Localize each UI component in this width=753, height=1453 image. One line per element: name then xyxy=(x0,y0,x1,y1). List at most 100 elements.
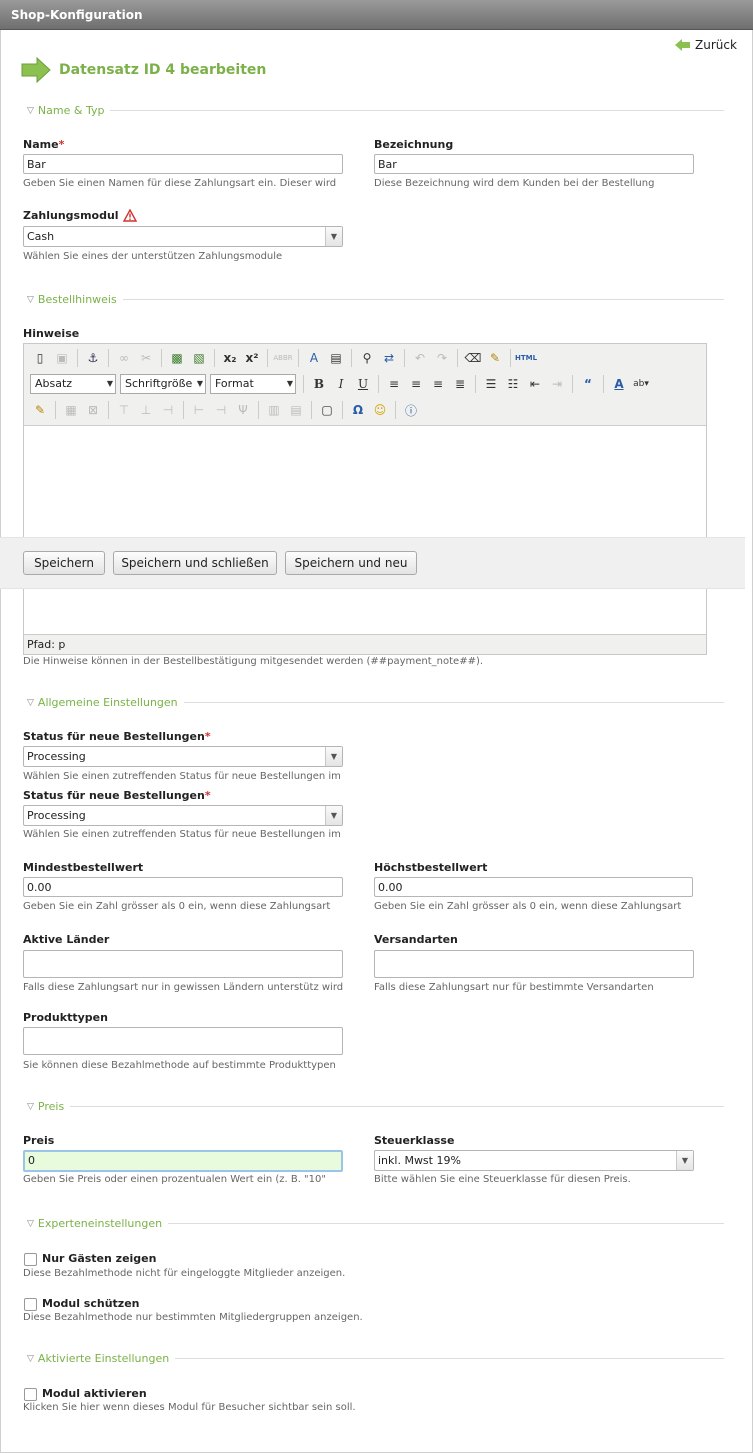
status1-select[interactable]: Processing ▼ xyxy=(23,746,343,767)
collapse-icon: ▽ xyxy=(27,697,34,708)
unlink-icon[interactable]: ✂ xyxy=(136,348,156,368)
collapse-icon: ▽ xyxy=(27,105,34,116)
row-after-icon[interactable]: ⊥ xyxy=(136,400,156,420)
replace-icon[interactable]: ⇄ xyxy=(379,348,399,368)
status2-label: Status für neue Bestellungen* xyxy=(23,789,211,802)
section-preis[interactable]: ▽ Preis xyxy=(27,1100,71,1113)
split-cells-icon[interactable]: ▥ xyxy=(264,400,284,420)
delete-table-icon[interactable]: ⊠ xyxy=(83,400,103,420)
laender-label: Aktive Länder xyxy=(23,933,110,946)
name-input[interactable]: Bar xyxy=(23,154,343,174)
bezeichnung-input[interactable]: Bar xyxy=(374,154,694,174)
align-right-icon[interactable]: ≡ xyxy=(428,374,448,394)
row-before-icon[interactable]: ⊤ xyxy=(114,400,134,420)
outdent-icon[interactable]: ⇤ xyxy=(525,374,545,394)
align-left-icon[interactable]: ≡ xyxy=(384,374,404,394)
hoechst-input[interactable]: 0.00 xyxy=(374,877,693,897)
text-color-icon[interactable]: A xyxy=(609,374,629,394)
format-select[interactable]: Format ▼ xyxy=(210,374,296,394)
layer-icon[interactable]: ▢ xyxy=(317,400,337,420)
link-icon[interactable]: ∞ xyxy=(114,348,134,368)
styles-icon[interactable]: A xyxy=(304,348,324,368)
versand-input[interactable] xyxy=(374,950,694,978)
chevron-down-icon: ▼ xyxy=(286,379,293,388)
help-icon[interactable]: ⓘ xyxy=(401,400,421,420)
hoechst-hint: Geben Sie ein Zahl grösser als 0 ein, we… xyxy=(374,901,682,912)
italic-icon[interactable]: I xyxy=(331,374,351,394)
status1-label: Status für neue Bestellungen* xyxy=(23,730,211,743)
save-new-button[interactable]: Speichern und neu xyxy=(285,551,417,575)
cleanup-icon[interactable]: ✎ xyxy=(485,348,505,368)
new-document-icon[interactable]: ▯ xyxy=(30,348,50,368)
delete-col-icon[interactable]: Ψ xyxy=(233,400,253,420)
mindest-input[interactable]: 0.00 xyxy=(23,877,343,897)
page-header: Datensatz ID 4 bearbeiten xyxy=(21,57,266,83)
redo-icon[interactable]: ↷ xyxy=(432,348,452,368)
col-before-icon[interactable]: ⊢ xyxy=(189,400,209,420)
bold-icon[interactable]: B xyxy=(309,374,329,394)
section-title: Bestellhinweis xyxy=(37,293,117,306)
collapse-icon: ▽ xyxy=(27,1101,34,1112)
mindest-label: Mindestbestellwert xyxy=(23,861,144,874)
status2-select[interactable]: Processing ▼ xyxy=(23,805,343,826)
font-size-select[interactable]: Schriftgröße ▼ xyxy=(120,374,206,394)
section-name-typ[interactable]: ▽ Name & Typ xyxy=(27,104,111,117)
eraser-icon[interactable]: ⌫ xyxy=(463,348,483,368)
save-button[interactable]: Speichern xyxy=(23,551,105,575)
bullet-list-icon[interactable]: ☰ xyxy=(481,374,501,394)
block-format-select[interactable]: Absatz ▼ xyxy=(30,374,116,394)
section-allgemein[interactable]: ▽ Allgemeine Einstellungen xyxy=(27,696,184,709)
toolbar-row-1: ▯ ▣ ⚓ ∞ ✂ ▩ ▧ x₂ x² ABBR A ▤ ⚲ ⇄ ↶ ↷ ⌫ ✎… xyxy=(24,346,537,370)
media-icon[interactable]: ▧ xyxy=(189,348,209,368)
schuetzen-checkbox[interactable] xyxy=(24,1298,37,1311)
highlight-color-icon[interactable]: ab▾ xyxy=(631,374,651,394)
find-icon[interactable]: ⚲ xyxy=(357,348,377,368)
section-title: Name & Typ xyxy=(37,104,105,117)
html-icon[interactable]: HTML xyxy=(515,348,537,368)
root: Shop-Konfiguration Zurück Datensatz ID 4… xyxy=(0,0,753,1453)
superscript-icon[interactable]: x² xyxy=(242,348,262,368)
save-close-button[interactable]: Speichern und schließen xyxy=(113,551,277,575)
hoechst-label: Höchstbestellwert xyxy=(374,861,488,874)
laender-input[interactable] xyxy=(23,950,343,978)
attributes-icon[interactable]: ▤ xyxy=(326,348,346,368)
table-icon[interactable]: ▦ xyxy=(61,400,81,420)
zahlungsmodul-select[interactable]: Cash ▼ xyxy=(23,226,343,247)
section-experten[interactable]: ▽ Experteneinstellungen xyxy=(27,1217,169,1230)
emoticon-icon[interactable]: ☺ xyxy=(370,400,390,420)
status2-hint: Wählen Sie einen zutreffenden Status für… xyxy=(23,829,341,840)
indent-icon[interactable]: ⇥ xyxy=(547,374,567,394)
produkt-input[interactable] xyxy=(23,1027,343,1055)
rich-text-editor[interactable]: ▯ ▣ ⚓ ∞ ✂ ▩ ▧ x₂ x² ABBR A ▤ ⚲ ⇄ ↶ ↷ ⌫ ✎… xyxy=(23,343,707,655)
section-divider xyxy=(27,299,724,300)
undo-icon[interactable]: ↶ xyxy=(410,348,430,368)
aktivieren-checkbox[interactable] xyxy=(24,1388,37,1401)
section-bestellhinweis[interactable]: ▽ Bestellhinweis xyxy=(27,293,123,306)
align-center-icon[interactable]: ≡ xyxy=(406,374,426,394)
numbered-list-icon[interactable]: ☷ xyxy=(503,374,523,394)
chevron-down-icon: ▼ xyxy=(325,747,342,766)
merge-cells-icon[interactable]: ▤ xyxy=(286,400,306,420)
col-after-icon[interactable]: ⊣ xyxy=(211,400,231,420)
back-link[interactable]: Zurück xyxy=(675,38,737,52)
image-icon[interactable]: ▩ xyxy=(167,348,187,368)
edit-icon[interactable]: ✎ xyxy=(30,400,50,420)
underline-icon[interactable]: U xyxy=(353,374,373,394)
save-icon[interactable]: ▣ xyxy=(52,348,72,368)
bezeichnung-label: Bezeichnung xyxy=(374,138,454,151)
section-divider xyxy=(27,1106,724,1107)
steuer-select[interactable]: inkl. Mwst 19% ▼ xyxy=(374,1150,694,1171)
delete-row-icon[interactable]: ⊣ xyxy=(158,400,178,420)
special-char-icon[interactable]: Ω xyxy=(348,400,368,420)
arrow-right-icon xyxy=(21,57,51,83)
align-justify-icon[interactable]: ≣ xyxy=(450,374,470,394)
gaeste-checkbox[interactable] xyxy=(24,1253,37,1266)
preis-input[interactable]: 0 xyxy=(23,1150,343,1172)
anchor-icon[interactable]: ⚓ xyxy=(83,348,103,368)
subscript-icon[interactable]: x₂ xyxy=(220,348,240,368)
abbr-icon[interactable]: ABBR xyxy=(273,348,293,368)
chevron-down-icon: ▼ xyxy=(676,1151,693,1170)
blockquote-icon[interactable]: “ xyxy=(578,374,598,394)
name-hint: Geben Sie einen Namen für diese Zahlungs… xyxy=(23,178,337,189)
section-aktiviert[interactable]: ▽ Aktivierte Einstellungen xyxy=(27,1352,176,1365)
